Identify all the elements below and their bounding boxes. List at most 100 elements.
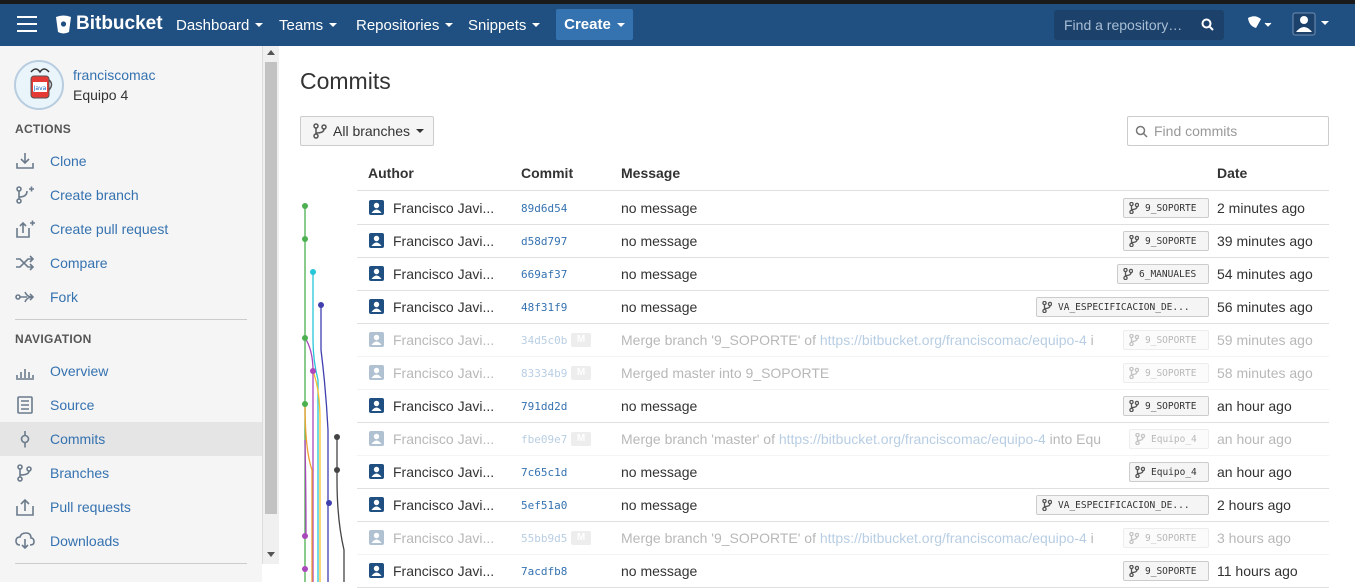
commit-hash-link[interactable]: 7acdfb8 bbox=[521, 565, 567, 578]
table-row[interactable]: Francisco Javi... 7c65c1d no message Equipo… bbox=[357, 455, 1329, 489]
avatar[interactable] bbox=[369, 233, 384, 248]
scrollbar-thumb[interactable] bbox=[265, 62, 277, 514]
sidebar-item-clone[interactable]: Clone bbox=[0, 144, 262, 178]
scroll-down-icon[interactable] bbox=[267, 552, 275, 557]
branch-tag[interactable]: 9_SOPORTE bbox=[1123, 231, 1209, 251]
commit-author[interactable]: Francisco Javi... bbox=[393, 497, 494, 513]
commit-author[interactable]: Francisco Javi... bbox=[393, 266, 494, 282]
table-row[interactable]: Francisco Javi... 89d6d54 no message 9_SOPO… bbox=[357, 191, 1329, 225]
repository-avatar[interactable]: Java bbox=[14, 60, 64, 110]
avatar[interactable] bbox=[369, 299, 384, 314]
commit-author[interactable]: Francisco Javi... bbox=[393, 530, 494, 546]
avatar[interactable] bbox=[369, 398, 384, 413]
commit-hash-link[interactable]: 55bb9d5 bbox=[521, 532, 567, 545]
commit-message-link[interactable]: https://bitbucket.org/franciscomac/equip… bbox=[820, 530, 1087, 546]
table-row[interactable]: Francisco Javi... 83334b9 M Merged master i… bbox=[357, 356, 1329, 390]
commit-author[interactable]: Francisco Javi... bbox=[393, 563, 494, 579]
branch-tag[interactable]: VA_ESPECIFICACION_DE... bbox=[1036, 297, 1209, 317]
branch-tag-label: Equipo_4 bbox=[1151, 433, 1197, 445]
top-navigation-bar: Bitbucket Dashboard Teams Repositories S… bbox=[0, 0, 1355, 46]
branch-filter-dropdown[interactable]: All branches bbox=[300, 116, 434, 146]
table-row[interactable]: Francisco Javi... 48f31f9 no message VA_ESP… bbox=[357, 290, 1329, 324]
branch-tag[interactable]: 9_SOPORTE bbox=[1123, 363, 1209, 383]
commit-author[interactable]: Francisco Javi... bbox=[393, 398, 494, 414]
table-row[interactable]: Francisco Javi... 669af37 no message 6_MANU… bbox=[357, 257, 1329, 291]
avatar[interactable] bbox=[369, 200, 384, 215]
find-commits-input[interactable]: Find commits bbox=[1127, 116, 1329, 146]
table-row[interactable]: Francisco Javi... 55bb9d5 M Merge branch '9… bbox=[357, 521, 1329, 555]
sidebar-item-compare[interactable]: Compare bbox=[0, 246, 262, 280]
sidebar-item-create-pull-request[interactable]: Create pull request bbox=[0, 212, 262, 246]
sidebar-item-overview[interactable]: Overview bbox=[0, 354, 262, 388]
commit-hash-link[interactable]: 83334b9 bbox=[521, 367, 567, 380]
commit-hash-link[interactable]: 34d5c0b bbox=[521, 334, 567, 347]
overview-icon bbox=[16, 369, 34, 380]
avatar[interactable] bbox=[369, 530, 384, 545]
commit-hash-link[interactable]: 48f31f9 bbox=[521, 301, 567, 314]
branch-tag[interactable]: 6_MANUALES bbox=[1117, 264, 1209, 284]
table-row[interactable]: Francisco Javi... 34d5c0b M Merge branch '9… bbox=[357, 323, 1329, 357]
commit-message-suffix: i bbox=[1086, 332, 1094, 348]
sidebar-item-create-branch[interactable]: Create branch bbox=[0, 178, 262, 212]
commit-author[interactable]: Francisco Javi... bbox=[393, 299, 494, 315]
merge-badge: M bbox=[571, 333, 591, 347]
table-row[interactable]: Francisco Javi... d58d797 no message 9_SOPO… bbox=[357, 224, 1329, 258]
commit-author[interactable]: Francisco Javi... bbox=[393, 233, 494, 249]
commit-hash-link[interactable]: 669af37 bbox=[521, 268, 567, 281]
table-row[interactable]: Francisco Javi... 7acdfb8 no message 9_SOPO… bbox=[357, 554, 1329, 588]
avatar[interactable] bbox=[369, 464, 384, 479]
bitbucket-logo[interactable]: Bitbucket bbox=[55, 13, 163, 35]
sidebar-item-source[interactable]: Source bbox=[0, 388, 262, 422]
sidebar-scrollbar[interactable] bbox=[262, 46, 279, 564]
avatar[interactable] bbox=[369, 563, 384, 578]
sidebar-item-pull-requests[interactable]: Pull requests bbox=[0, 490, 262, 524]
branch-tag[interactable]: 9_SOPORTE bbox=[1123, 396, 1209, 416]
avatar[interactable] bbox=[369, 332, 384, 347]
nav-snippets[interactable]: Snippets bbox=[468, 4, 541, 46]
nav-dashboard[interactable]: Dashboard bbox=[176, 4, 264, 46]
commit-author[interactable]: Francisco Javi... bbox=[393, 431, 494, 447]
commit-hash-link[interactable]: 7c65c1d bbox=[521, 466, 567, 479]
commit-author[interactable]: Francisco Javi... bbox=[393, 332, 494, 348]
branch-tag[interactable]: 9_SOPORTE bbox=[1123, 198, 1209, 218]
commit-message-link[interactable]: https://bitbucket.org/franciscomac/equip… bbox=[779, 431, 1046, 447]
user-menu-icon[interactable] bbox=[1292, 12, 1332, 41]
branch-tag[interactable]: Equipo_4 bbox=[1129, 462, 1209, 482]
table-row[interactable]: Francisco Javi... 791dd2d no message 9_SOPO… bbox=[357, 389, 1329, 423]
notifications-icon[interactable] bbox=[1246, 12, 1274, 41]
repository-search-input[interactable]: Find a repository… bbox=[1054, 10, 1224, 40]
create-button[interactable]: Create bbox=[556, 9, 633, 40]
branch-tag[interactable]: 9_SOPORTE bbox=[1123, 561, 1209, 581]
commit-hash-link[interactable]: 89d6d54 bbox=[521, 202, 567, 215]
nav-repositories[interactable]: Repositories bbox=[356, 4, 454, 46]
nav-teams[interactable]: Teams bbox=[279, 4, 338, 46]
commit-author[interactable]: Francisco Javi... bbox=[393, 365, 494, 381]
commit-author[interactable]: Francisco Javi... bbox=[393, 200, 494, 216]
avatar[interactable] bbox=[369, 497, 384, 512]
avatar[interactable] bbox=[369, 266, 384, 281]
branch-tag[interactable]: 9_SOPORTE bbox=[1123, 528, 1209, 548]
commit-hash-link[interactable]: 791dd2d bbox=[521, 400, 567, 413]
sidebar-item-fork[interactable]: Fork bbox=[0, 280, 262, 314]
hamburger-menu-icon[interactable] bbox=[17, 16, 37, 32]
commit-author[interactable]: Francisco Javi... bbox=[393, 464, 494, 480]
branch-tag[interactable]: VA_ESPECIFICACION_DE... bbox=[1036, 495, 1209, 515]
avatar[interactable] bbox=[369, 365, 384, 380]
table-row[interactable]: Francisco Javi... 5ef51a0 no message VA_ESP… bbox=[357, 488, 1329, 522]
commit-hash-link[interactable]: 5ef51a0 bbox=[521, 499, 567, 512]
avatar[interactable] bbox=[369, 431, 384, 446]
commit-message-link[interactable]: https://bitbucket.org/franciscomac/equip… bbox=[820, 332, 1087, 348]
branch-tag[interactable]: 9_SOPORTE bbox=[1123, 330, 1209, 350]
commit-node bbox=[334, 467, 340, 473]
sidebar-item-commits[interactable]: Commits bbox=[0, 422, 262, 456]
sidebar-item-downloads[interactable]: Downloads bbox=[0, 524, 262, 558]
table-row[interactable]: Francisco Javi... fbe09e7 M Merge branch 'm… bbox=[357, 422, 1329, 456]
sidebar-item-branches[interactable]: Branches bbox=[0, 456, 262, 490]
scroll-up-icon[interactable] bbox=[267, 50, 275, 55]
branch-tag[interactable]: Equipo_4 bbox=[1129, 429, 1209, 449]
commit-hash-link[interactable]: fbe09e7 bbox=[521, 433, 567, 446]
chevron-down-icon bbox=[416, 129, 425, 133]
commit-hash-link[interactable]: d58d797 bbox=[521, 235, 567, 248]
commit-date: 11 hours ago bbox=[1217, 563, 1298, 579]
owner-link[interactable]: franciscomac bbox=[73, 67, 155, 83]
